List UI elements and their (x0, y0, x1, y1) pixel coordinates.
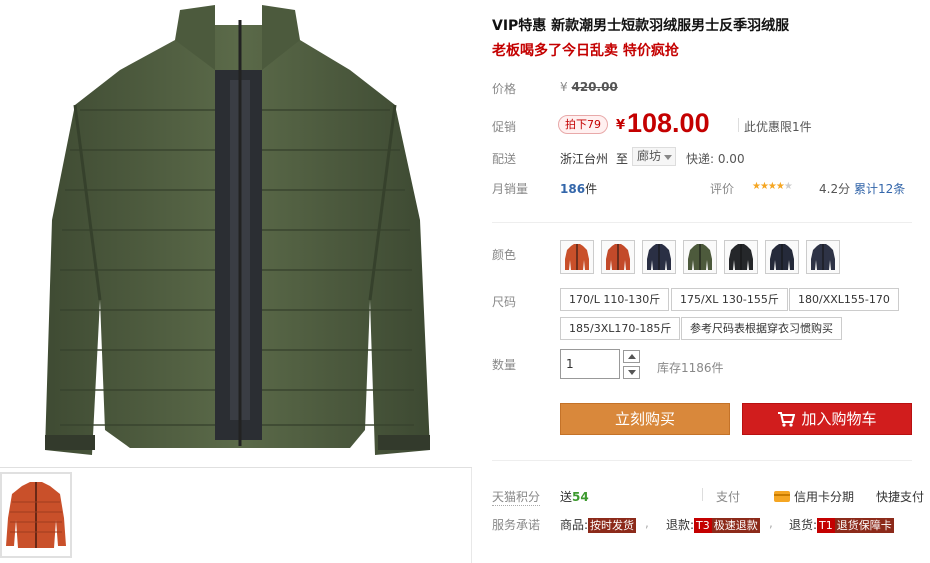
credit-installment-label: 信用卡分期 (794, 490, 855, 504)
size-label: 尺码 (492, 295, 517, 309)
service-return[interactable]: 退货: T1 退货保障卡 (789, 516, 894, 533)
jacket-swatch-image (688, 244, 712, 270)
jacket-swatch-image (729, 244, 753, 270)
jacket-thumbnail-image (6, 482, 66, 548)
color-swatch-navy[interactable] (642, 240, 676, 274)
points-amount: 54 (572, 490, 589, 504)
service-return-label: 退货: (789, 518, 818, 532)
quick-pay-link[interactable]: 快捷支付 (876, 488, 924, 505)
quantity-label: 数量 (492, 358, 517, 372)
promo-label: 促销 (492, 120, 517, 134)
color-swatch-charcoal-blue[interactable] (806, 240, 840, 274)
jacket-swatch-image (811, 244, 835, 270)
jacket-swatch-image (647, 244, 671, 270)
price-label: 价格 (492, 82, 517, 96)
star-off-icon: ★ (783, 181, 793, 192)
service-refund-label: 退款: (666, 518, 695, 532)
size-option[interactable]: 175/XL 130-155斤 (671, 288, 788, 311)
rating-score: 4.2分 (819, 182, 851, 196)
credit-installment-link[interactable]: 信用卡分期 (774, 488, 854, 505)
shipping-label: 配送 (492, 152, 517, 166)
stock-count: 库存1186件 (657, 361, 724, 375)
main-product-image[interactable] (0, 0, 472, 468)
destination-select[interactable]: 廊坊 (632, 147, 676, 166)
currency-symbol: ¥ (560, 80, 568, 94)
rating-stars: ★★★★★ (752, 181, 793, 192)
promo-price: 108.00 (627, 108, 710, 138)
service-separator: , (769, 516, 773, 530)
promo-divider (738, 118, 739, 132)
service-refund-code: T3 (694, 518, 712, 533)
service-label: 服务承诺 (492, 518, 541, 532)
color-swatch-orange-2[interactable] (601, 240, 635, 274)
original-price-value: 420.00 (571, 80, 618, 94)
thumbnail-1[interactable] (0, 472, 72, 558)
service-goods-label: 商品: (560, 518, 589, 532)
pay-label: 支付 (716, 490, 741, 504)
pay-divider (702, 488, 703, 501)
color-swatch-dark-navy[interactable] (765, 240, 799, 274)
jacket-swatch-image (770, 244, 794, 270)
add-to-cart-button[interactable]: 加入购物车 (742, 403, 912, 435)
color-swatch-orange-1[interactable] (560, 240, 594, 274)
size-option[interactable]: 185/3XL170-185斤 (560, 317, 681, 340)
quantity-input[interactable]: 1 (560, 349, 620, 379)
promo-badge: 拍下79 (558, 115, 608, 134)
quantity-decrement-button[interactable] (623, 366, 640, 379)
color-label: 颜色 (492, 248, 517, 262)
divider (492, 222, 912, 223)
star-on-icons: ★★★★ (752, 181, 785, 192)
jacket-swatch-image (565, 244, 589, 270)
size-guide-option[interactable]: 参考尺码表根据穿衣习惯购买 (681, 317, 842, 340)
add-to-cart-label: 加入购物车 (801, 410, 877, 428)
service-separator: , (645, 516, 649, 530)
points-prefix: 送 (560, 490, 573, 504)
service-goods-tag: 按时发货 (588, 518, 637, 533)
jacket-swatch-image (606, 244, 630, 270)
product-info: VIP特惠 新款潮男士短款羽绒服男士反季羽绒服 老板喝多了今日乱卖 特价疯抢 价… (492, 0, 930, 563)
ship-to-label: 至 (616, 152, 629, 166)
product-subtitle: 老板喝多了今日乱卖 特价疯抢 (492, 43, 679, 59)
chevron-down-icon (664, 155, 672, 160)
size-option[interactable]: 170/L 110-130斤 (560, 288, 670, 311)
credit-card-icon (774, 491, 790, 502)
cart-icon (778, 412, 796, 427)
promo-currency: ¥ (616, 118, 626, 133)
ship-from: 浙江台州 (560, 152, 609, 166)
monthly-sales-count: 186 (560, 182, 586, 196)
shipping-fee: 快递: 0.00 (686, 152, 745, 166)
service-refund-tag: 极速退款 (711, 518, 760, 533)
image-gallery (0, 0, 472, 563)
review-count-link[interactable]: 累计12条 (854, 180, 905, 197)
promo-limit: 此优惠限1件 (744, 120, 812, 134)
destination-value: 廊坊 (637, 149, 662, 163)
buy-now-button[interactable]: 立刻购买 (560, 403, 730, 435)
quantity-increment-button[interactable] (623, 350, 640, 363)
service-return-code: T1 (817, 518, 835, 533)
product-title: VIP特惠 新款潮男士短款羽绒服男士反季羽绒服 (492, 18, 790, 34)
color-swatch-army-green[interactable] (683, 240, 717, 274)
monthly-sales-unit: 件 (585, 182, 598, 196)
points-label: 天猫积分 (492, 490, 541, 506)
color-swatch-black[interactable] (724, 240, 758, 274)
service-return-tag: 退货保障卡 (834, 518, 894, 533)
rating-label: 评价 (710, 182, 735, 196)
size-option[interactable]: 180/XXL155-170 (789, 288, 899, 311)
color-options (560, 240, 847, 274)
monthly-sales-label: 月销量 (492, 182, 529, 196)
divider (492, 460, 912, 461)
points-value: 送54 (560, 488, 589, 505)
monthly-sales: 186件 (560, 180, 597, 197)
service-goods[interactable]: 商品: 按时发货 (560, 516, 637, 533)
service-refund[interactable]: 退款: T3 极速退款 (666, 516, 760, 533)
jacket-image (45, 5, 430, 455)
original-price: ¥ 420.00 (560, 80, 618, 94)
